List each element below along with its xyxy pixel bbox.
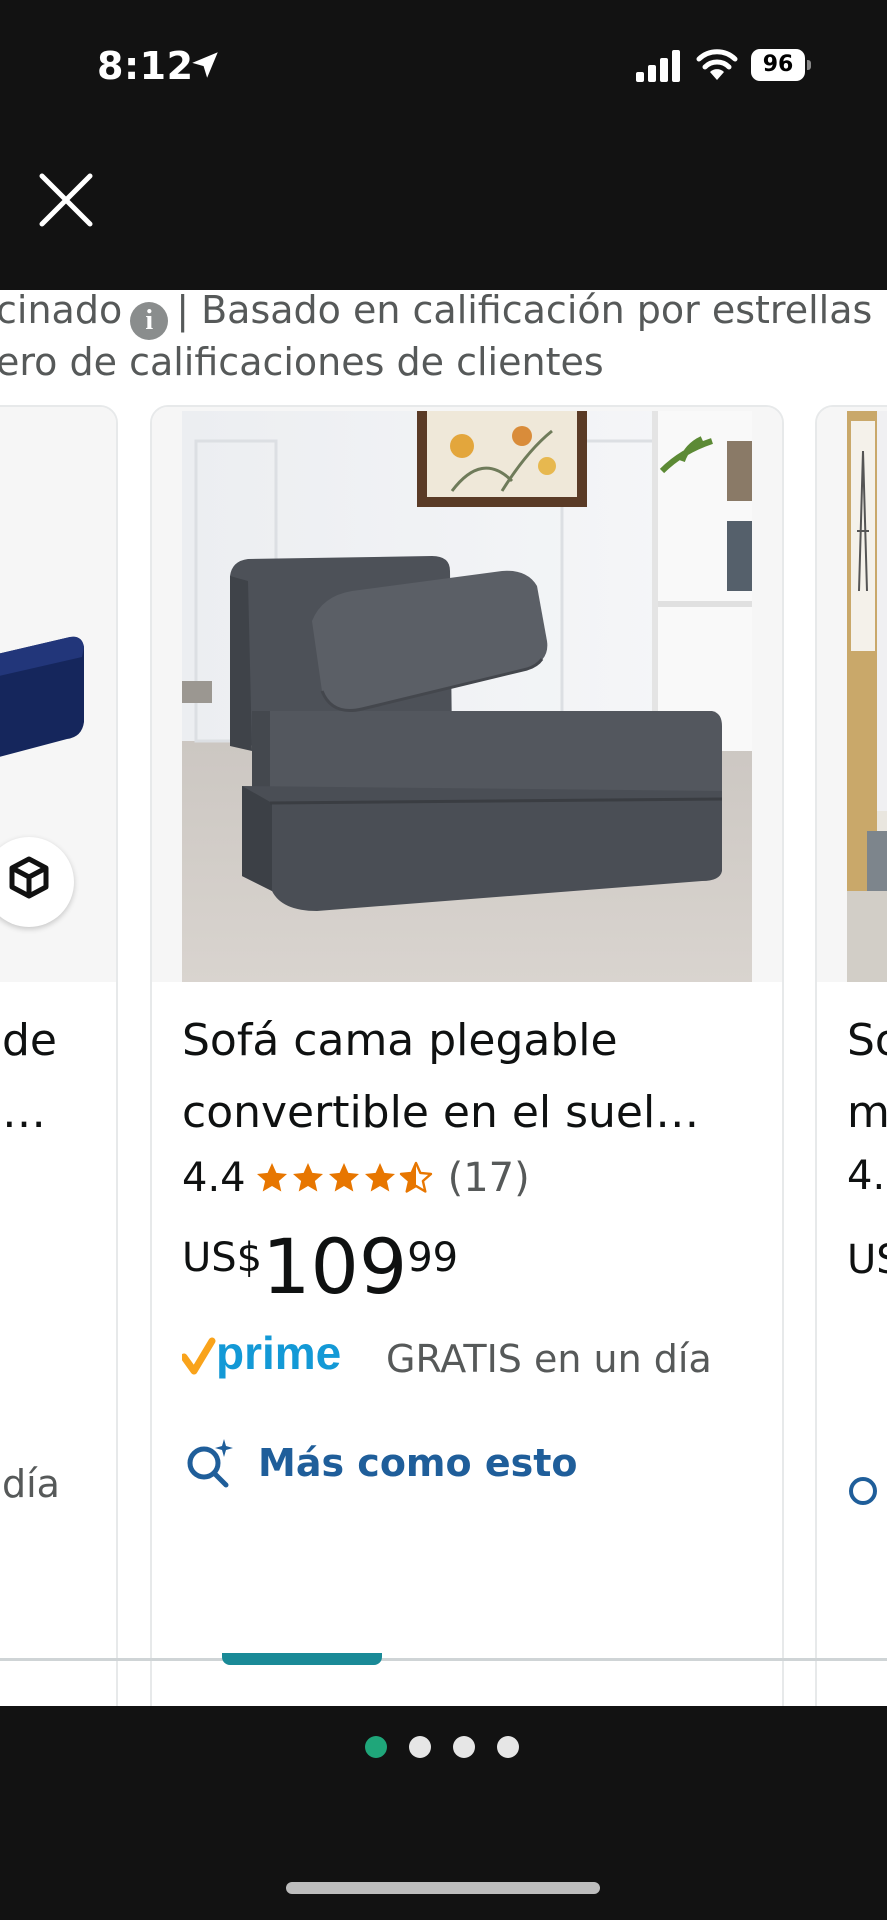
product-card-right[interactable]: So m 4. US — [815, 405, 887, 1706]
price-fraction: 99 — [407, 1235, 459, 1281]
page-dot[interactable] — [497, 1736, 519, 1758]
status-bar: 8:12 96 — [0, 0, 887, 130]
product-image-right-photo — [847, 411, 887, 982]
page-dot[interactable] — [453, 1736, 475, 1758]
rating-row[interactable]: 4.4 (17) — [182, 1153, 530, 1203]
page-indicator[interactable] — [365, 1736, 541, 1758]
more-like-this-button[interactable]: Más como esto — [182, 1433, 578, 1493]
product-image-left[interactable] — [0, 407, 116, 982]
product-title-left-line1: de — [2, 1015, 57, 1066]
price-right: US — [847, 1237, 887, 1283]
ranking-info-line: cinado i | Basado en calificación por estr… — [0, 290, 872, 340]
star-rating — [254, 1160, 434, 1196]
product-card-left[interactable]: de … día — [0, 405, 118, 1706]
svg-text:prime: prime — [216, 1331, 341, 1379]
star-full-icon — [256, 1163, 287, 1192]
close-icon[interactable] — [36, 170, 96, 230]
home-indicator[interactable] — [286, 1882, 600, 1894]
star-full-icon — [328, 1163, 359, 1192]
product-title-right[interactable]: So m — [847, 1005, 887, 1149]
search-icon[interactable] — [845, 1473, 885, 1513]
location-arrow-icon — [192, 52, 218, 78]
prime-logo-icon: prime — [182, 1331, 341, 1379]
product-image[interactable] — [182, 411, 752, 982]
wifi-icon — [696, 49, 738, 80]
page-dot[interactable] — [409, 1736, 431, 1758]
rating-count: (17) — [447, 1155, 530, 1201]
battery-icon: 96 — [751, 49, 811, 81]
viewer-header — [0, 130, 887, 290]
prime-delivery-row: prime GRATIS en un día — [182, 1331, 712, 1387]
product-title-right-line2: m — [847, 1087, 887, 1138]
product-image-area[interactable] — [152, 407, 782, 982]
star-full-icon — [364, 1163, 395, 1192]
product-card-main[interactable]: Sofá cama plegable convertible en el sue… — [150, 405, 784, 1706]
star-full-icon — [292, 1163, 323, 1192]
product-title[interactable]: Sofá cama plegable convertible en el sue… — [182, 1005, 762, 1149]
view-in-3d-icon[interactable] — [0, 837, 74, 927]
rating-value: 4.4 — [182, 1155, 246, 1201]
prime-delivery-text: GRATIS en un día — [386, 1337, 712, 1381]
ranking-info-prefix: cinado — [0, 290, 123, 332]
status-time: 8:12 — [97, 44, 194, 88]
carousel-scroll-track — [0, 1658, 887, 1661]
page-dot-active[interactable] — [365, 1736, 387, 1758]
product-title-left-line2: … — [2, 1087, 46, 1138]
rating-right: 4. — [847, 1153, 886, 1199]
ranking-info-suffix: | Basado en calificación por estrellas — [176, 290, 873, 332]
price-whole: 109 — [262, 1222, 408, 1311]
more-like-this-label: Más como esto — [258, 1441, 578, 1485]
price-currency: US$ — [182, 1235, 263, 1281]
product-title-left[interactable]: de … — [2, 1005, 57, 1149]
sparkle-search-icon — [187, 1439, 233, 1488]
carousel-scroll-thumb[interactable] — [222, 1653, 382, 1665]
star-half-icon — [399, 1161, 432, 1193]
info-icon[interactable]: i — [130, 302, 169, 340]
delivery-text-left: día — [2, 1462, 60, 1506]
product-image-right[interactable] — [817, 407, 887, 982]
blue-sofa-image — [0, 636, 84, 757]
screenshot-content: cinado i | Basado en calificación por estr… — [0, 290, 887, 1706]
ranking-info-line2: ero de calificaciones de clientes — [0, 340, 604, 384]
cellular-signal-icon — [636, 50, 680, 82]
product-title-right-line1: So — [847, 1015, 887, 1066]
battery-level: 96 — [751, 49, 805, 81]
price: US$10999 — [182, 1229, 458, 1305]
